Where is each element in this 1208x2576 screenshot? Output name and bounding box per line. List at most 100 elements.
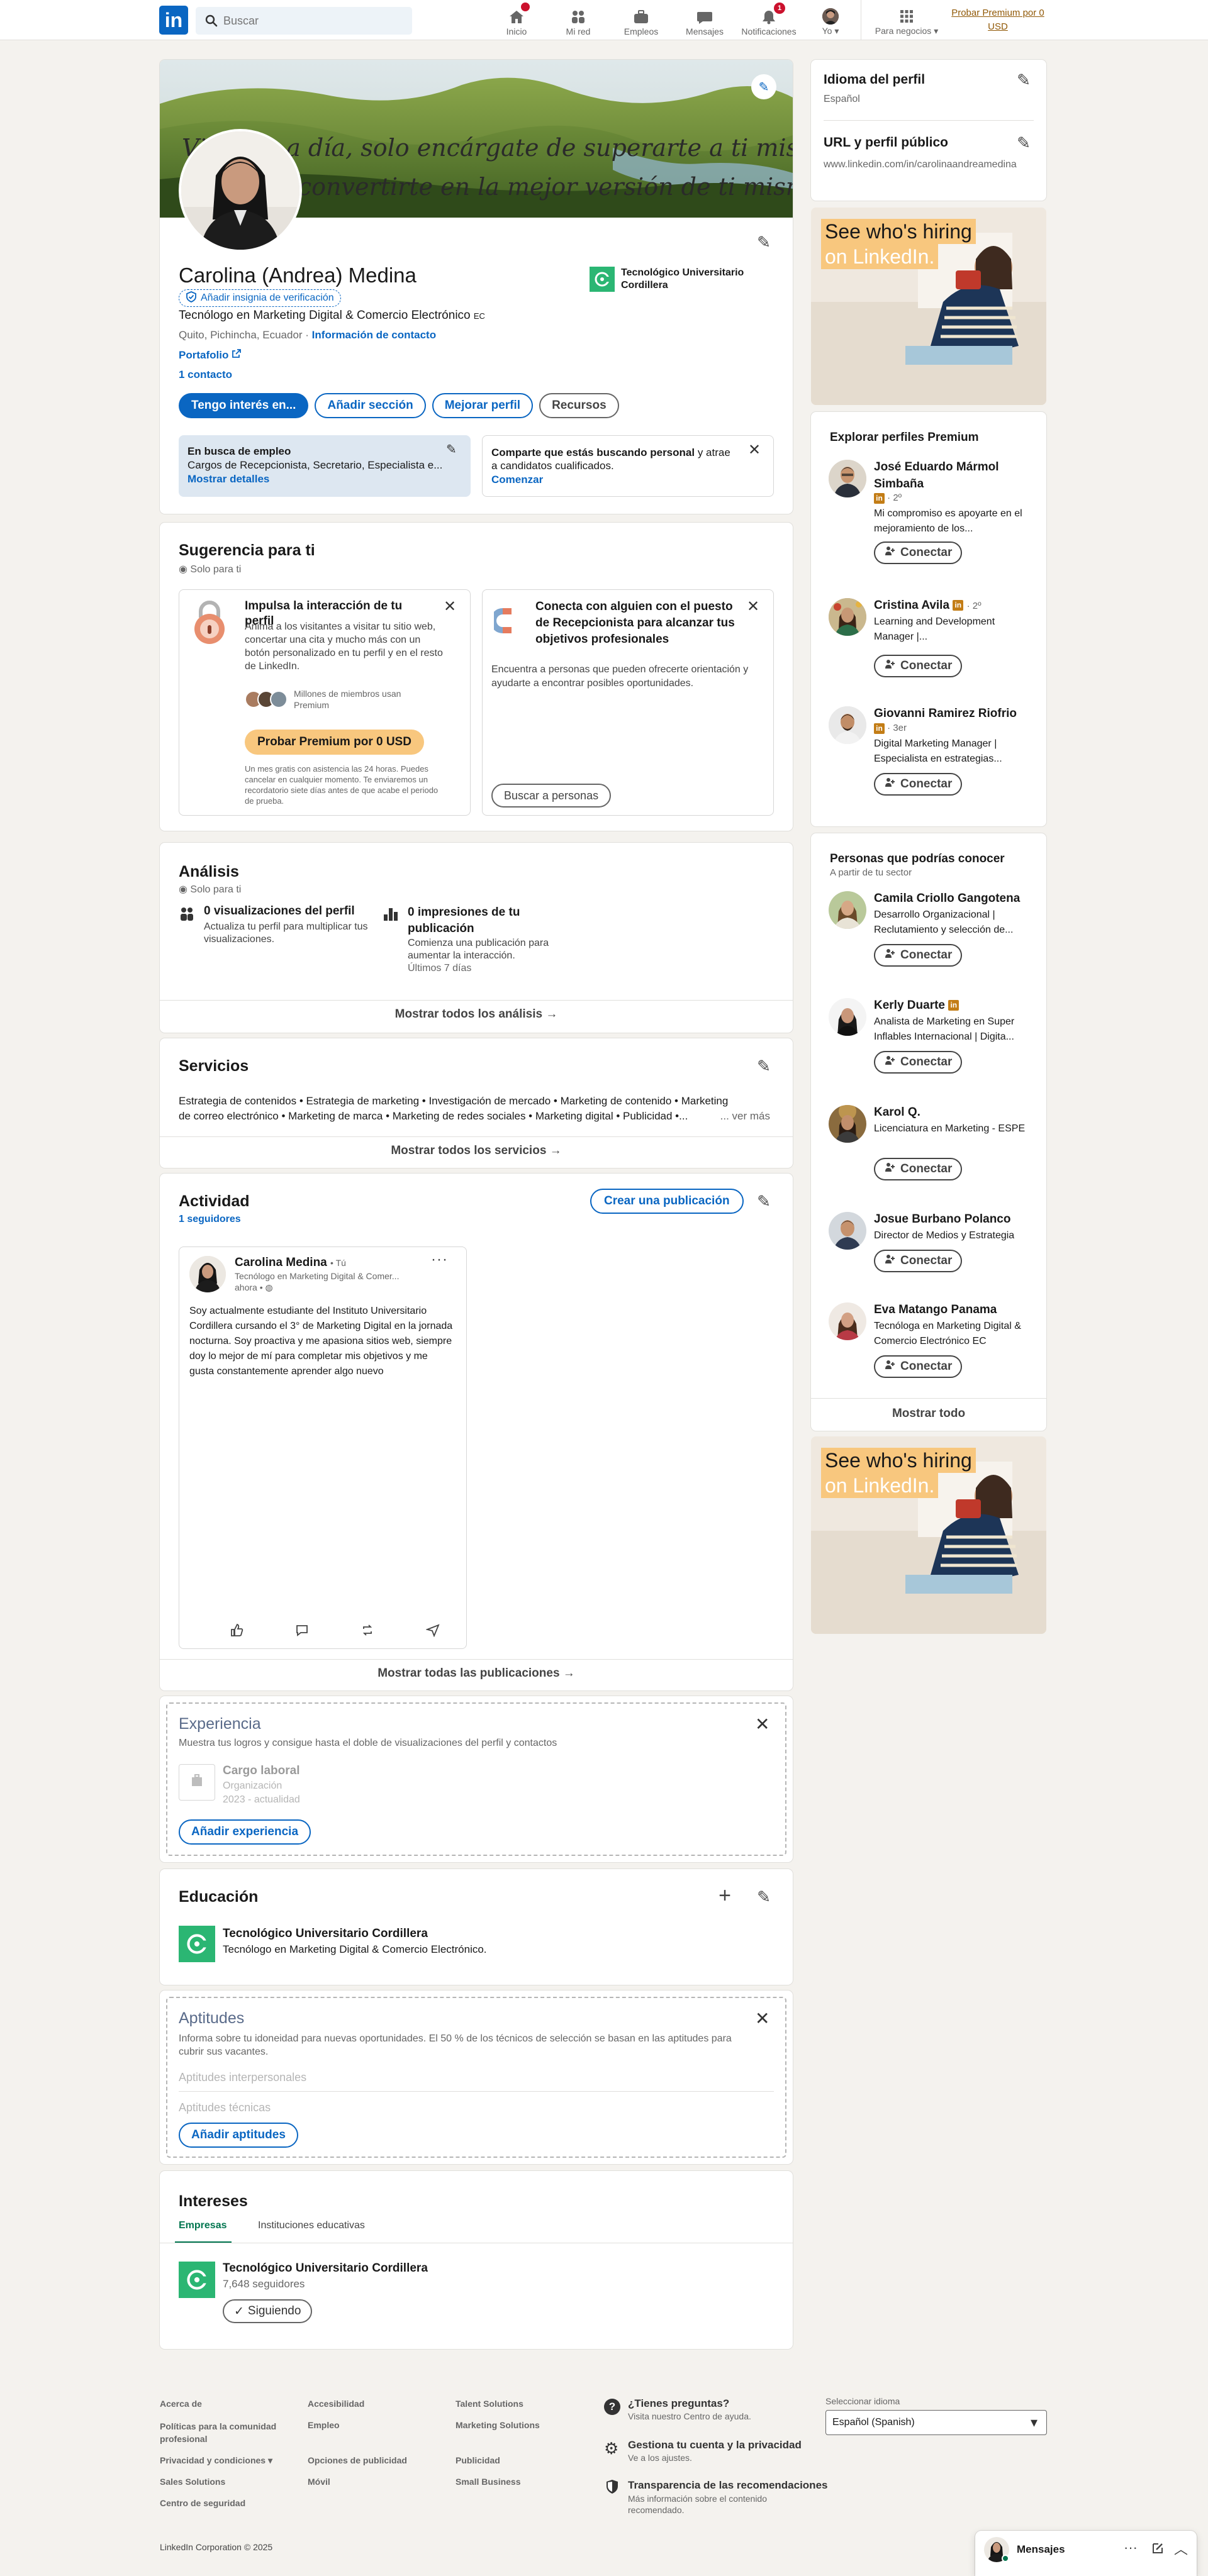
tab-schools[interactable]: Instituciones educativas (258, 2220, 365, 2231)
hiring-ad-bottom[interactable]: See who's hiring on LinkedIn. (811, 1436, 1046, 1634)
resources-button[interactable]: Recursos (539, 393, 619, 418)
help-title[interactable]: ¿Tienes preguntas? (628, 2397, 729, 2410)
show-all-pymk-link[interactable]: Mostrar todo (811, 1407, 1046, 1421)
close-icon[interactable]: ✕ (444, 597, 456, 616)
create-post-button[interactable]: Crear una publicación (590, 1189, 744, 1214)
chevron-up-icon[interactable]: ︿ (1174, 2538, 1188, 2558)
nav-messaging[interactable]: Mensajes (680, 0, 730, 40)
like-icon[interactable] (230, 1623, 243, 1640)
compose-icon[interactable] (1151, 2542, 1164, 2558)
post-author-avatar[interactable] (189, 1256, 226, 1292)
following-button[interactable]: ✓ Siguiendo (223, 2299, 313, 2323)
followers-count[interactable]: 1 seguidores (179, 1214, 241, 1225)
nav-network[interactable]: Mi red (554, 0, 603, 40)
comment-icon[interactable] (295, 1623, 309, 1640)
avatar[interactable] (829, 706, 866, 744)
connect-button[interactable]: Conectar (874, 1051, 963, 1074)
hiring-start-link[interactable]: Comenzar (491, 474, 543, 486)
see-more-link[interactable]: ... ver más (720, 1109, 770, 1124)
footer-link[interactable]: Talent Solutions (456, 2399, 523, 2409)
search-box[interactable] (196, 7, 412, 35)
avatar[interactable] (829, 1212, 866, 1250)
close-icon[interactable]: ✕ (747, 597, 759, 616)
pymk-person-name[interactable]: Karol Q. (874, 1104, 1037, 1121)
search-input[interactable] (223, 13, 400, 29)
open-to-button[interactable]: Tengo interés en... (179, 393, 309, 418)
transparency-title[interactable]: Transparencia de las recomendaciones (628, 2479, 827, 2492)
more-options-icon[interactable]: ··· (431, 1251, 448, 1269)
linkedin-logo[interactable]: in (159, 6, 188, 35)
pencil-icon[interactable]: ✎ (446, 441, 457, 457)
footer-link[interactable]: Acerca de (160, 2399, 202, 2409)
nav-home[interactable]: Inicio (492, 0, 541, 40)
post-card[interactable]: Carolina Medina • Tú Tecnólogo en Market… (179, 1246, 467, 1649)
close-icon[interactable]: ✕ (748, 441, 761, 459)
send-icon[interactable] (425, 1623, 440, 1640)
footer-link[interactable]: Políticas para la comunidad profesional (160, 2420, 286, 2445)
footer-link[interactable]: Publicidad (456, 2455, 500, 2465)
try-premium-link[interactable]: Probar Premium por 0 USD (948, 6, 1048, 34)
repost-icon[interactable] (361, 1623, 374, 1640)
language-select[interactable]: Español (Spanish) ▾ (825, 2410, 1047, 2435)
education-school-logo[interactable] (179, 1926, 215, 1962)
avatar[interactable] (829, 598, 866, 636)
contact-info-link[interactable]: Información de contacto (312, 329, 436, 341)
add-skills-button[interactable]: Añadir aptitudes (179, 2123, 298, 2148)
tab-companies[interactable]: Empresas (179, 2220, 227, 2231)
footer-link[interactable]: Small Business (456, 2477, 521, 2487)
connect-button[interactable]: Conectar (874, 655, 963, 677)
connect-button[interactable]: Conectar (874, 1158, 963, 1180)
pymk-person-name[interactable]: Josue Burbano Polanco (874, 1211, 1037, 1228)
edit-education-button[interactable]: ✎ (751, 1884, 776, 1909)
show-details-link[interactable]: Mostrar detalles (187, 473, 269, 486)
open-to-work-card[interactable]: En busca de empleo Cargos de Recepcionis… (179, 435, 471, 497)
add-section-button[interactable]: Añadir sección (315, 393, 426, 418)
avatar[interactable] (829, 1302, 866, 1340)
show-all-services-link[interactable]: Mostrar todos los servicios → (160, 1144, 793, 1158)
connect-button[interactable]: Conectar (874, 773, 963, 796)
nav-me[interactable]: Yo ▾ (812, 0, 849, 40)
find-people-button[interactable]: Buscar a personas (491, 784, 612, 808)
current-school[interactable]: Tecnológico Universitario Cordillera (590, 263, 778, 296)
edit-activity-button[interactable]: ✎ (751, 1189, 776, 1214)
connect-button[interactable]: Conectar (874, 1250, 963, 1272)
footer-link[interactable]: Opciones de publicidad (308, 2455, 407, 2465)
footer-link[interactable]: Accesibilidad (308, 2399, 364, 2409)
connect-button[interactable]: Conectar (874, 541, 963, 564)
profile-views-stat[interactable]: 0 visualizaciones del perfil Actualiza t… (204, 904, 386, 946)
verify-badge-button[interactable]: Añadir insignia de verificación (179, 289, 341, 307)
avatar[interactable] (829, 460, 866, 497)
portfolio-link[interactable]: Portafolio (179, 348, 242, 362)
try-premium-button[interactable]: Probar Premium por 0 USD (245, 730, 424, 755)
footer-link[interactable]: Centro de seguridad (160, 2498, 245, 2508)
interest-company-logo[interactable] (179, 2262, 215, 2298)
premium-person-name[interactable]: Giovanni Ramirez Riofrio (874, 707, 1017, 720)
pymk-person-name[interactable]: Eva Matango Panama (874, 1301, 1037, 1318)
avatar[interactable] (829, 1105, 866, 1143)
add-education-button[interactable]: + (712, 1883, 737, 1908)
manage-account-title[interactable]: Gestiona tu cuenta y la privacidad (628, 2439, 802, 2451)
profile-photo[interactable] (179, 129, 302, 252)
pymk-person-name[interactable]: Kerly Duarte (874, 999, 945, 1012)
nav-jobs[interactable]: Empleos (617, 0, 666, 40)
connect-button[interactable]: Conectar (874, 944, 963, 967)
show-all-posts-link[interactable]: Mostrar todas las publicaciones → (160, 1667, 793, 1680)
more-options-icon[interactable]: ··· (1124, 2540, 1138, 2556)
interest-company-name[interactable]: Tecnológico Universitario Cordillera (223, 2262, 428, 2275)
post-author-name[interactable]: Carolina Medina (235, 1256, 327, 1269)
messaging-dock[interactable]: Mensajes ··· ︿ (975, 2531, 1197, 2576)
connections-link[interactable]: 1 contacto (179, 369, 232, 381)
pymk-person-name[interactable]: Camila Criollo Gangotena (874, 890, 1037, 907)
nav-business[interactable]: Para negocios ▾ (868, 0, 945, 40)
close-icon[interactable]: ✕ (755, 1714, 769, 1735)
edit-banner-button[interactable]: ✎ (751, 74, 776, 99)
hiring-ad-top[interactable]: See who's hiring on LinkedIn. (811, 208, 1046, 405)
edit-services-button[interactable]: ✎ (751, 1053, 776, 1079)
edit-intro-button[interactable]: ✎ (751, 230, 776, 255)
edit-url-button[interactable]: ✎ (1011, 130, 1036, 155)
edit-language-button[interactable]: ✎ (1011, 67, 1036, 92)
post-impressions-stat[interactable]: 0 impresiones de tu publicación Comienza… (408, 904, 578, 975)
add-experience-button[interactable]: Añadir experiencia (179, 1819, 311, 1845)
premium-person-name[interactable]: José Eduardo Mármol Simbaña (874, 458, 1031, 492)
premium-person-name[interactable]: Cristina Avila (874, 599, 949, 612)
